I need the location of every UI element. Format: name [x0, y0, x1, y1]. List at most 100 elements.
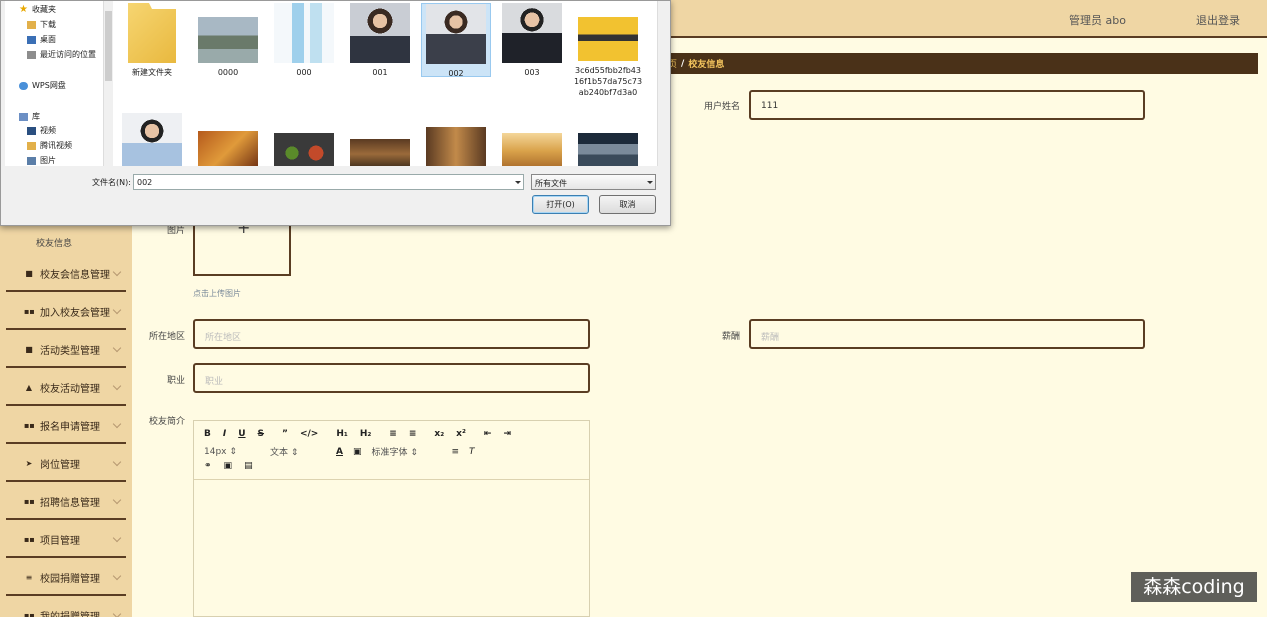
filetype-value: 所有文件: [535, 179, 567, 188]
file-item[interactable]: 003: [497, 3, 567, 78]
paragraph-select[interactable]: 文本 ⇕: [270, 445, 326, 458]
nav-favorites[interactable]: ★ 收藏夹: [19, 4, 56, 15]
sidebar-item-label: 报名申请管理: [40, 421, 100, 433]
h2-icon[interactable]: H₂: [360, 429, 371, 439]
image-thumbnail: [426, 127, 486, 166]
image-thumbnail: [350, 139, 410, 166]
nav-recent[interactable]: 最近访问的位置: [27, 49, 96, 60]
sidebar-item[interactable]: ▪▪ 加入校友会管理: [6, 294, 126, 330]
code-icon[interactable]: </>: [300, 429, 318, 439]
sidebar-item[interactable]: ▪▪ 我的捐赠管理: [6, 598, 126, 617]
h1-icon[interactable]: H₁: [336, 429, 347, 439]
superscript-icon[interactable]: x²: [456, 429, 466, 439]
sidebar-item-label: 校园捐赠管理: [40, 573, 100, 585]
nav-scroll-thumb[interactable]: [105, 11, 112, 81]
italic-icon[interactable]: I: [223, 429, 226, 439]
file-item[interactable]: [573, 133, 643, 166]
file-item[interactable]: [421, 127, 491, 166]
strike-icon[interactable]: S: [258, 429, 264, 439]
sidebar-item[interactable]: ➤ 岗位管理: [6, 446, 126, 482]
open-button[interactable]: 打开(O): [532, 195, 589, 214]
job-input[interactable]: 职业: [193, 363, 590, 393]
file-item[interactable]: [193, 131, 263, 166]
sidebar-item[interactable]: ▲ 校友活动管理: [6, 370, 126, 406]
logout-link[interactable]: 退出登录: [1196, 12, 1240, 28]
file-item[interactable]: 0000: [193, 3, 263, 78]
sidebar-item[interactable]: ■ 校友会信息管理: [6, 256, 126, 292]
nav-pictures[interactable]: 图片: [27, 155, 56, 166]
file-item[interactable]: [497, 133, 567, 166]
filename-input[interactable]: 002: [133, 174, 524, 190]
background-color-icon[interactable]: ▣: [353, 447, 362, 457]
image-thumbnail: [578, 133, 638, 166]
sidebar-item[interactable]: ▪▪ 项目管理: [6, 522, 126, 558]
underline-icon[interactable]: U: [238, 429, 245, 439]
nav-scrollbar[interactable]: [103, 1, 112, 166]
chevron-down-icon: [112, 267, 122, 277]
nav-desktop[interactable]: 桌面: [27, 34, 56, 45]
bullet-list-icon[interactable]: ≡: [409, 429, 417, 439]
filetype-select[interactable]: 所有文件: [531, 174, 656, 190]
sidebar-item[interactable]: ■ 活动类型管理: [6, 332, 126, 368]
font-size-select[interactable]: 14px ⇕: [204, 447, 260, 457]
chevron-down-icon[interactable]: [647, 181, 653, 184]
sidebar-item-label: 项目管理: [40, 535, 80, 547]
cancel-button[interactable]: 取消: [599, 195, 656, 214]
nav-videos[interactable]: 视频: [27, 125, 56, 136]
file-item[interactable]: 3c6d55fbb2fb4316f1b57da75c73ab240bf7d3a0: [573, 3, 643, 98]
file-item[interactable]: 新建文件夹: [117, 3, 187, 78]
rich-text-editor[interactable]: B I U S ” </> H₁ H₂ ≡ ≡ x₂ x² ⇤ ⇥ 14px ⇕…: [193, 420, 590, 617]
chevron-down-icon: [112, 305, 122, 315]
file-item[interactable]: 000: [269, 3, 339, 78]
chevron-down-icon: [112, 419, 122, 429]
files-scrollbar[interactable]: [657, 1, 667, 166]
file-item[interactable]: [345, 139, 415, 166]
nav-library[interactable]: 库: [19, 111, 40, 122]
sidebar-item[interactable]: ▪▪ 招聘信息管理: [6, 484, 126, 520]
photo-upload-box[interactable]: +: [193, 218, 291, 276]
recent-places-icon: [27, 50, 36, 59]
file-open-dialog: ★ 收藏夹 下载 桌面 最近访问的位置 WPS网盘 库 视频 腾讯视频 图片 新建…: [0, 0, 671, 226]
chevron-down-icon: [112, 343, 122, 353]
folder-icon: [128, 3, 176, 63]
job-label: 职业: [166, 376, 185, 386]
username-input[interactable]: 111: [749, 90, 1145, 120]
indent-icon[interactable]: ⇥: [503, 429, 511, 439]
salary-label: 薪酬: [721, 332, 740, 342]
image-thumbnail: [502, 3, 562, 63]
pictures-icon: [27, 156, 36, 165]
video-icon[interactable]: ▤: [244, 461, 253, 471]
region-label: 所在地区: [148, 332, 185, 342]
image-thumbnail: [274, 133, 334, 166]
align-icon[interactable]: ≡: [451, 447, 459, 457]
sidebar-subitem-alumni-info[interactable]: 校友信息: [36, 236, 72, 249]
ordered-list-icon[interactable]: ≡: [389, 429, 397, 439]
blockquote-icon[interactable]: ”: [282, 429, 288, 439]
grid-icon: ▪▪: [24, 610, 35, 617]
text-color-icon[interactable]: A: [336, 447, 343, 457]
nav-downloads[interactable]: 下载: [27, 19, 56, 30]
file-item[interactable]: 001: [345, 3, 415, 78]
file-item[interactable]: [269, 133, 339, 166]
region-input[interactable]: 所在地区: [193, 319, 590, 349]
breadcrumb-current: 校友信息: [688, 60, 725, 70]
sidebar-item-label: 活动类型管理: [40, 345, 100, 357]
subscript-icon[interactable]: x₂: [434, 429, 444, 439]
link-icon[interactable]: ⚭: [204, 461, 212, 471]
nav-tencent-video[interactable]: 腾讯视频: [27, 140, 72, 151]
sidebar-item[interactable]: ▪▪ 报名申请管理: [6, 408, 126, 444]
username-label: 用户姓名: [703, 102, 740, 112]
chevron-down-icon[interactable]: [515, 181, 521, 184]
outdent-icon[interactable]: ⇤: [484, 429, 492, 439]
nav-wps[interactable]: WPS网盘: [19, 80, 66, 91]
intro-label: 校友简介: [148, 417, 185, 427]
font-family-select[interactable]: 标准字体 ⇕: [371, 445, 441, 458]
file-item-selected[interactable]: 002: [421, 3, 491, 78]
file-item[interactable]: [117, 113, 187, 166]
image-icon[interactable]: ▣: [224, 461, 233, 471]
clear-format-icon[interactable]: T: [469, 447, 475, 457]
sidebar-item[interactable]: ≡ 校园捐赠管理: [6, 560, 126, 596]
salary-input[interactable]: 薪酬: [749, 319, 1145, 349]
bold-icon[interactable]: B: [204, 429, 211, 439]
video-library-icon: [27, 126, 36, 135]
